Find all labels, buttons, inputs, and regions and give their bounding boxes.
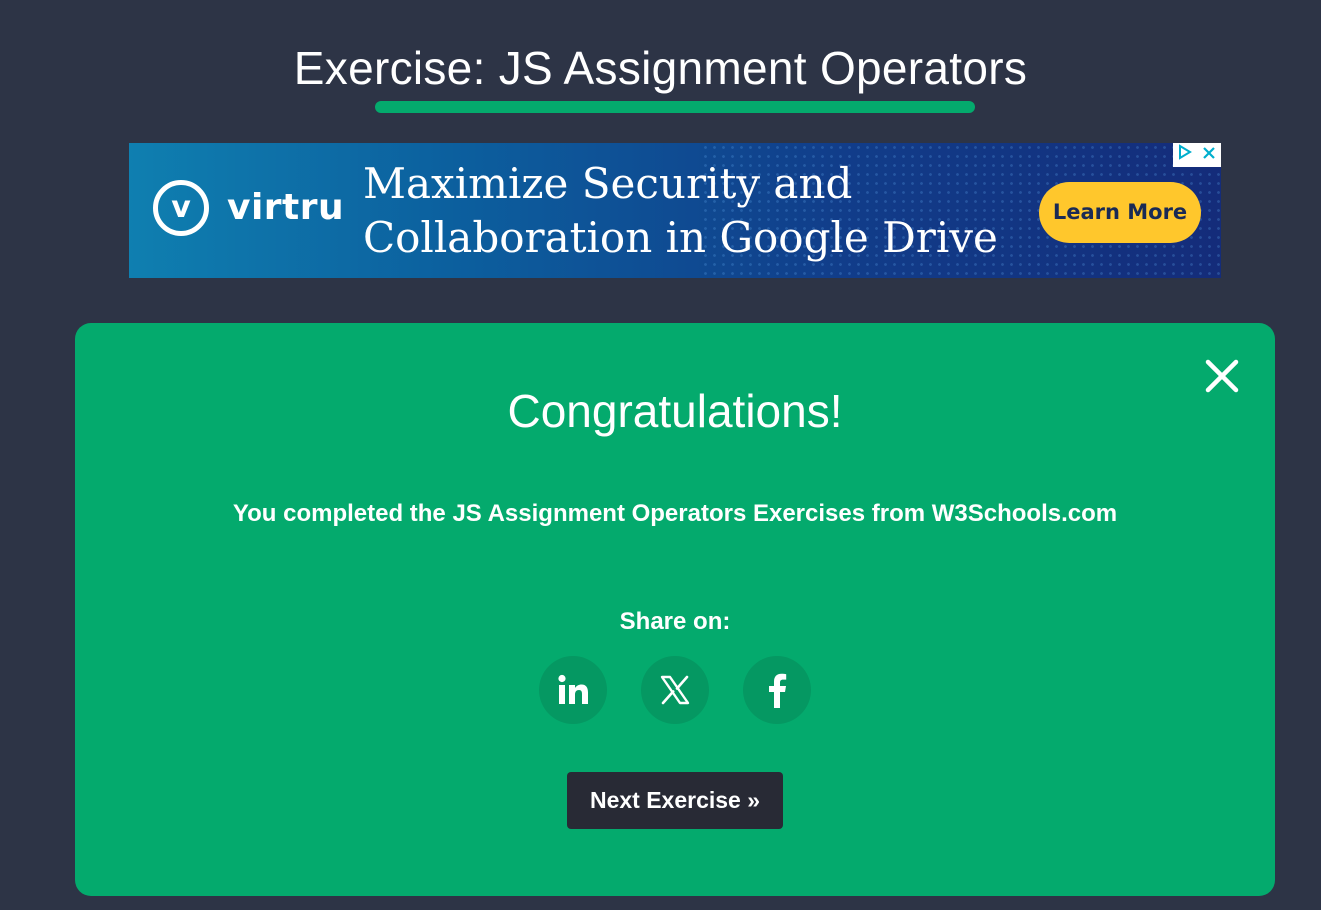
x-icon xyxy=(660,675,690,705)
ad-brand-name: virtru xyxy=(227,187,345,228)
share-linkedin-button[interactable] xyxy=(539,656,607,724)
ad-close-icon[interactable] xyxy=(1197,143,1221,167)
share-facebook-button[interactable] xyxy=(743,656,811,724)
adchoices-icon[interactable] xyxy=(1173,143,1197,167)
congratulations-modal: Congratulations! You completed the JS As… xyxy=(75,323,1275,896)
facebook-icon xyxy=(769,673,787,708)
linkedin-icon xyxy=(558,674,588,704)
ad-headline-line1: Maximize Security and xyxy=(363,159,853,208)
page-title: Exercise: JS Assignment Operators xyxy=(293,42,1028,94)
ad-banner[interactable]: v virtru Maximize Security and Collabora… xyxy=(129,143,1221,278)
ad-choices xyxy=(1173,143,1221,167)
ad-learn-more-button[interactable]: Learn More xyxy=(1039,182,1201,243)
completion-message: You completed the JS Assignment Operator… xyxy=(232,500,1118,527)
share-x-button[interactable] xyxy=(641,656,709,724)
ad-headline-line2: Collaboration in Google Drive xyxy=(363,213,998,262)
ad-logo-letter: v xyxy=(171,190,191,225)
share-label: Share on: xyxy=(619,608,731,635)
exercise-page: Exercise: JS Assignment Operators v virt… xyxy=(0,0,1321,910)
title-underline xyxy=(375,101,975,113)
ad-headline: Maximize Security and Collaboration in G… xyxy=(363,157,1063,265)
modal-heading: Congratulations! xyxy=(507,385,843,437)
next-exercise-button[interactable]: Next Exercise » xyxy=(567,772,783,829)
virtru-logo-icon: v xyxy=(153,180,209,236)
